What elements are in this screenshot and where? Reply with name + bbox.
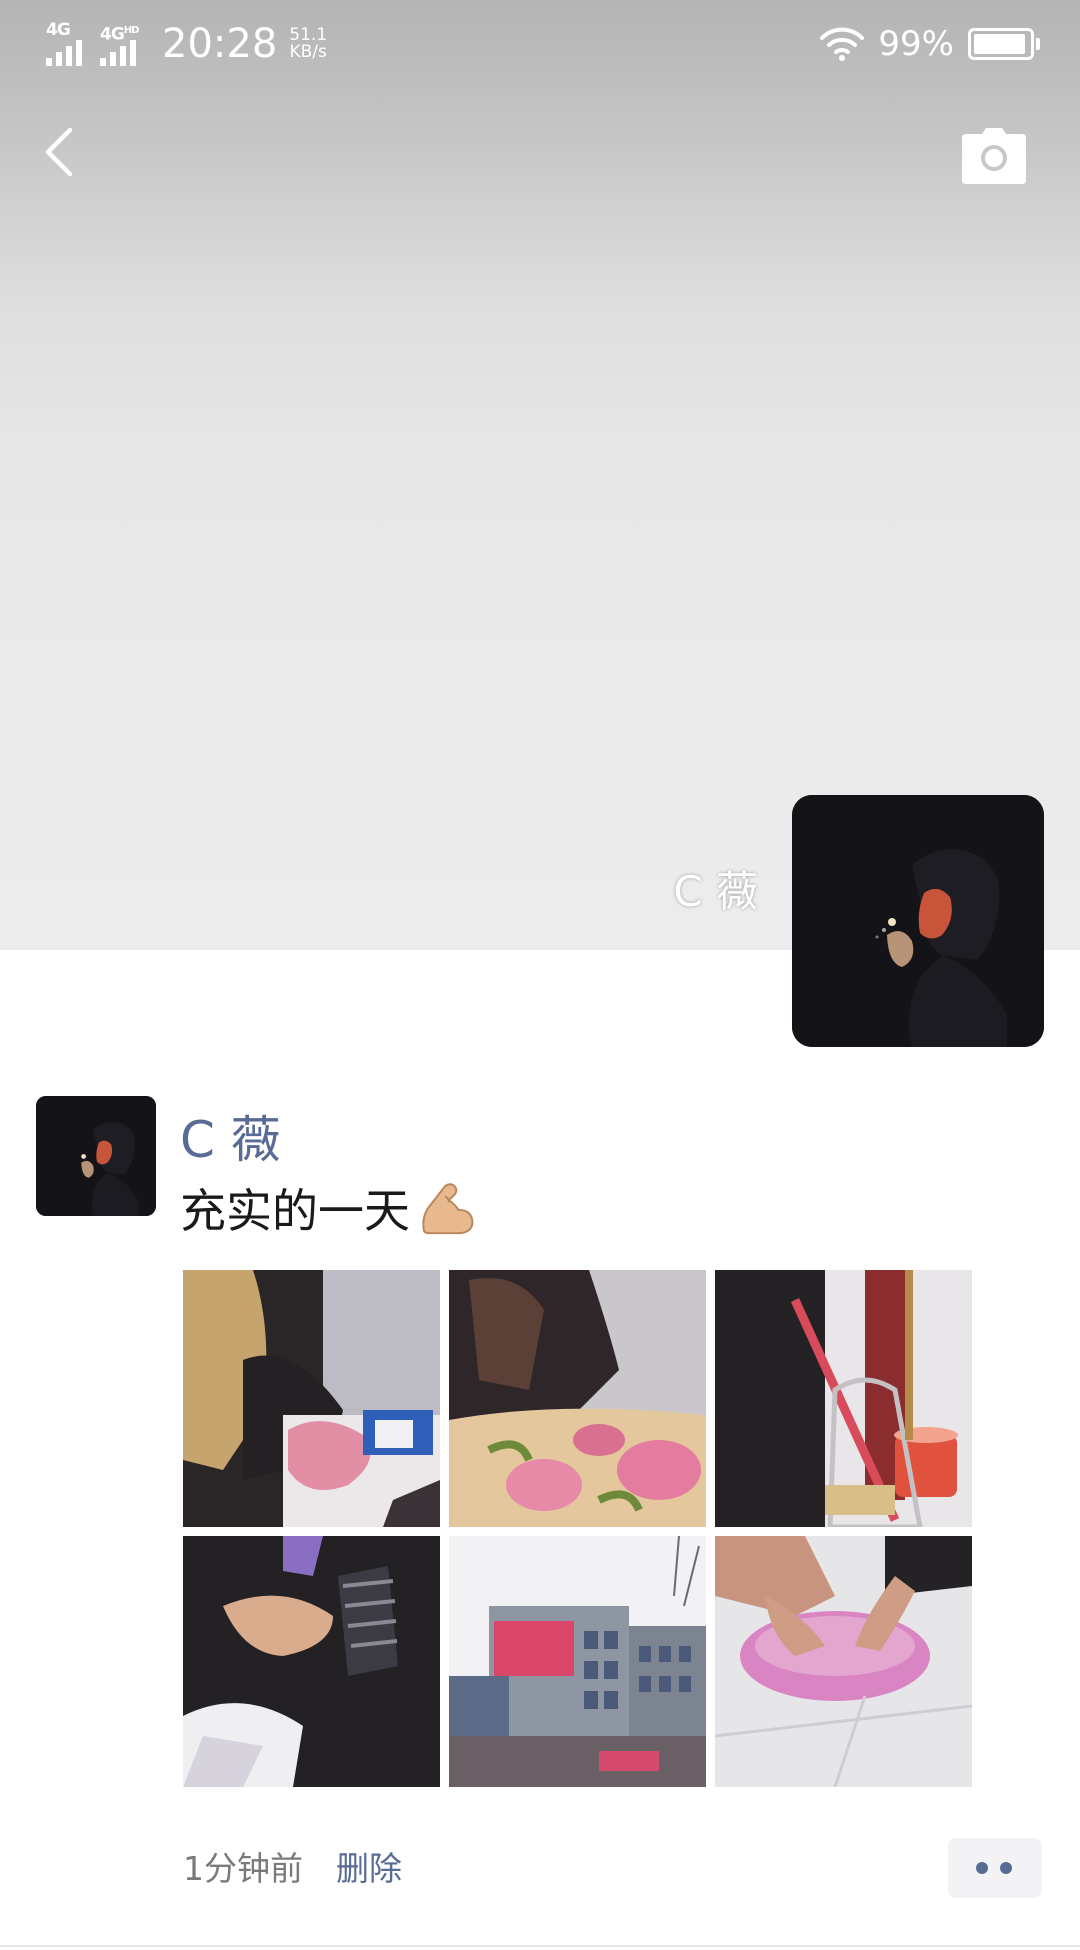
post-image-6[interactable] xyxy=(715,1536,972,1787)
post-image-2[interactable] xyxy=(449,1270,706,1527)
camera-button[interactable] xyxy=(960,126,1028,186)
profile-avatar[interactable] xyxy=(792,795,1044,1047)
avatar-image xyxy=(792,795,1044,1047)
wifi-icon xyxy=(820,27,865,61)
battery-percent: 99% xyxy=(878,24,954,64)
post-text: 充实的一天 xyxy=(180,1175,478,1241)
post-text-content: 充实的一天 xyxy=(180,1184,410,1238)
moments-screen: 4G 4GHD 20:28 51.1 KB/s 99% C 薇 C 薇 充实的一… xyxy=(0,0,1080,1950)
camera-icon xyxy=(962,128,1026,184)
battery-icon xyxy=(968,28,1040,60)
delete-link[interactable]: 删除 xyxy=(336,1842,402,1890)
more-dots-icon xyxy=(976,1862,988,1874)
back-button[interactable] xyxy=(36,120,84,184)
status-time: 20:28 xyxy=(162,21,278,67)
network-speed-unit: KB/s xyxy=(289,42,327,62)
post-image-grid xyxy=(183,1270,972,1787)
network-label-1: 4G xyxy=(46,20,71,40)
signal-icon: 4G xyxy=(46,22,92,66)
divider xyxy=(0,1945,1080,1947)
status-bar-right: 99% xyxy=(820,22,1040,66)
post-image-1[interactable] xyxy=(183,1270,440,1527)
post-image-3[interactable] xyxy=(715,1270,972,1527)
post-image-4[interactable] xyxy=(183,1536,440,1787)
network-speed: 51.1 KB/s xyxy=(289,27,327,61)
post-author-avatar[interactable] xyxy=(36,1096,156,1216)
more-dots-icon xyxy=(1000,1862,1012,1874)
post-author-name[interactable]: C 薇 xyxy=(180,1100,281,1172)
avatar-image xyxy=(36,1096,156,1216)
profile-name: C 薇 xyxy=(673,867,758,916)
chevron-left-icon xyxy=(45,127,73,177)
network-label-2-sup: HD xyxy=(123,25,140,36)
post-image-5[interactable] xyxy=(449,1536,706,1787)
muscle-emoji-icon xyxy=(422,1183,474,1235)
more-button[interactable] xyxy=(948,1838,1042,1898)
status-bar-left: 4G 4GHD 20:28 51.1 KB/s xyxy=(46,18,327,70)
post-timestamp: 1分钟前 xyxy=(183,1849,303,1888)
status-bar: 4G 4GHD 20:28 51.1 KB/s 99% xyxy=(0,0,1080,88)
signal-icon-2: 4GHD xyxy=(100,22,146,66)
